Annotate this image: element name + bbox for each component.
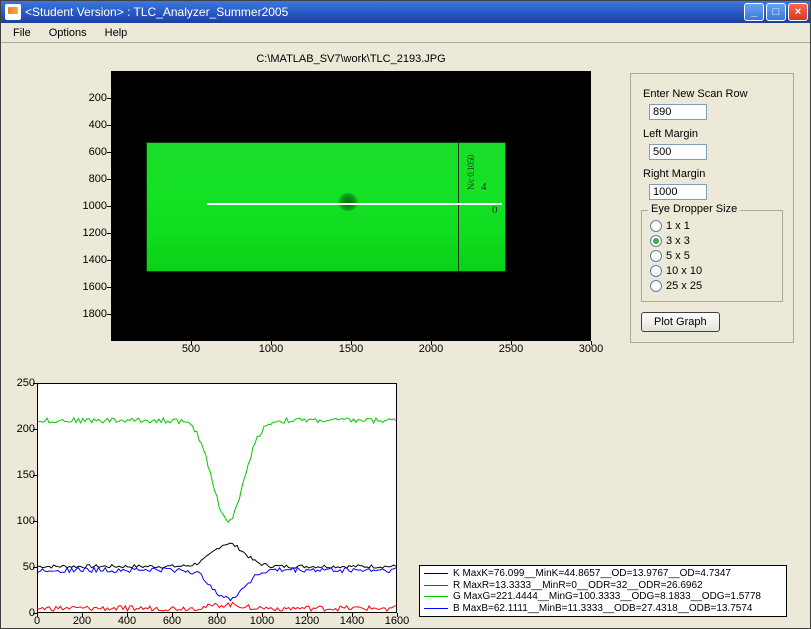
legend-text: G MaxG=221.4444__MinG=100.3333__ODG=8.18… bbox=[453, 591, 761, 603]
radio-label: 10 x 10 bbox=[666, 265, 702, 277]
plot-lines bbox=[38, 384, 396, 612]
app-window: <Student Version> : TLC_Analyzer_Summer2… bbox=[0, 0, 811, 629]
image-ytick: 800 bbox=[77, 173, 107, 185]
eye-dropper-option[interactable]: 1 x 1 bbox=[650, 220, 774, 232]
scan-row-label: Enter New Scan Row bbox=[643, 88, 783, 100]
menu-options[interactable]: Options bbox=[41, 25, 95, 41]
legend-swatch bbox=[424, 573, 448, 574]
image-ytick: 1400 bbox=[77, 254, 107, 266]
eye-dropper-group: Eye Dropper Size 1 x 13 x 35 x 510 x 102… bbox=[641, 210, 783, 302]
eye-dropper-option[interactable]: 3 x 3 bbox=[650, 235, 774, 247]
plot-ytick: 100 bbox=[7, 515, 35, 527]
series-B bbox=[38, 567, 396, 600]
tlc-plate: N/c 0.1050 4 0 bbox=[146, 142, 506, 272]
radio-icon[interactable] bbox=[650, 235, 662, 247]
close-button[interactable]: × bbox=[788, 3, 808, 21]
menu-help[interactable]: Help bbox=[97, 25, 136, 41]
minimize-button[interactable]: _ bbox=[744, 3, 764, 21]
intensity-plot-axes[interactable] bbox=[37, 383, 397, 613]
radio-icon[interactable] bbox=[650, 250, 662, 262]
plot-ytick: 150 bbox=[7, 469, 35, 481]
legend-text: B MaxB=62.1111__MinB=11.3333__ODB=27.431… bbox=[453, 603, 752, 615]
legend-text: R MaxR=13.3333__MinR=0__ODR=32__ODR=26.6… bbox=[453, 580, 703, 592]
radio-icon[interactable] bbox=[650, 280, 662, 292]
radio-label: 25 x 25 bbox=[666, 280, 702, 292]
menubar: File Options Help bbox=[1, 23, 810, 43]
scan-line bbox=[207, 203, 502, 205]
menu-file[interactable]: File bbox=[5, 25, 39, 41]
plate-annotation: N/c 0.1050 4 0 bbox=[467, 155, 497, 217]
radio-label: 3 x 3 bbox=[666, 235, 690, 247]
scan-row-input[interactable] bbox=[649, 104, 707, 120]
legend-swatch bbox=[424, 585, 448, 586]
image-ytick: 1200 bbox=[77, 227, 107, 239]
eye-dropper-option[interactable]: 10 x 10 bbox=[650, 265, 774, 277]
plot-ytick: 200 bbox=[7, 423, 35, 435]
plot-ytick: 50 bbox=[7, 561, 35, 573]
right-margin-label: Right Margin bbox=[643, 168, 783, 180]
radio-label: 1 x 1 bbox=[666, 220, 690, 232]
series-G bbox=[38, 418, 396, 522]
series-R bbox=[38, 602, 396, 611]
radio-icon[interactable] bbox=[650, 265, 662, 277]
eye-dropper-option[interactable]: 25 x 25 bbox=[650, 280, 774, 292]
content-area: C:\MATLAB_SV7\work\TLC_2193.JPG N/c 0.10… bbox=[1, 43, 810, 628]
app-icon bbox=[5, 4, 21, 20]
plot-graph-button[interactable]: Plot Graph bbox=[641, 312, 720, 332]
image-ytick: 1000 bbox=[77, 200, 107, 212]
plot-legend: K MaxK=76.099__MinK=44.8657__OD=13.9767_… bbox=[419, 565, 787, 617]
image-ytick: 1800 bbox=[77, 308, 107, 320]
controls-panel: Enter New Scan Row Left Margin Right Mar… bbox=[630, 73, 794, 343]
image-ytick: 600 bbox=[77, 146, 107, 158]
legend-text: K MaxK=76.099__MinK=44.8657__OD=13.9767_… bbox=[453, 568, 731, 580]
titlebar: <Student Version> : TLC_Analyzer_Summer2… bbox=[1, 1, 810, 23]
legend-entry: K MaxK=76.099__MinK=44.8657__OD=13.9767_… bbox=[424, 568, 782, 580]
maximize-button[interactable]: □ bbox=[766, 3, 786, 21]
left-margin-input[interactable] bbox=[649, 144, 707, 160]
right-margin-input[interactable] bbox=[649, 184, 707, 200]
radio-icon[interactable] bbox=[650, 220, 662, 232]
tlc-spot bbox=[337, 193, 359, 211]
left-margin-label: Left Margin bbox=[643, 128, 783, 140]
tlc-image-axes[interactable]: N/c 0.1050 4 0 bbox=[111, 71, 591, 341]
legend-entry: R MaxR=13.3333__MinR=0__ODR=32__ODR=26.6… bbox=[424, 580, 782, 592]
eye-dropper-legend: Eye Dropper Size bbox=[648, 203, 740, 215]
series-K bbox=[38, 543, 396, 568]
legend-entry: B MaxB=62.1111__MinB=11.3333__ODB=27.431… bbox=[424, 603, 782, 615]
plate-divider bbox=[458, 143, 459, 273]
legend-entry: G MaxG=221.4444__MinG=100.3333__ODG=8.18… bbox=[424, 591, 782, 603]
legend-swatch bbox=[424, 596, 448, 597]
radio-label: 5 x 5 bbox=[666, 250, 690, 262]
eye-dropper-option[interactable]: 5 x 5 bbox=[650, 250, 774, 262]
plot-ytick: 250 bbox=[7, 377, 35, 389]
legend-swatch bbox=[424, 608, 448, 609]
image-ytick: 1600 bbox=[77, 281, 107, 293]
window-title: <Student Version> : TLC_Analyzer_Summer2… bbox=[25, 5, 288, 19]
image-title: C:\MATLAB_SV7\work\TLC_2193.JPG bbox=[111, 53, 591, 65]
image-ytick: 400 bbox=[77, 119, 107, 131]
image-ytick: 200 bbox=[77, 92, 107, 104]
